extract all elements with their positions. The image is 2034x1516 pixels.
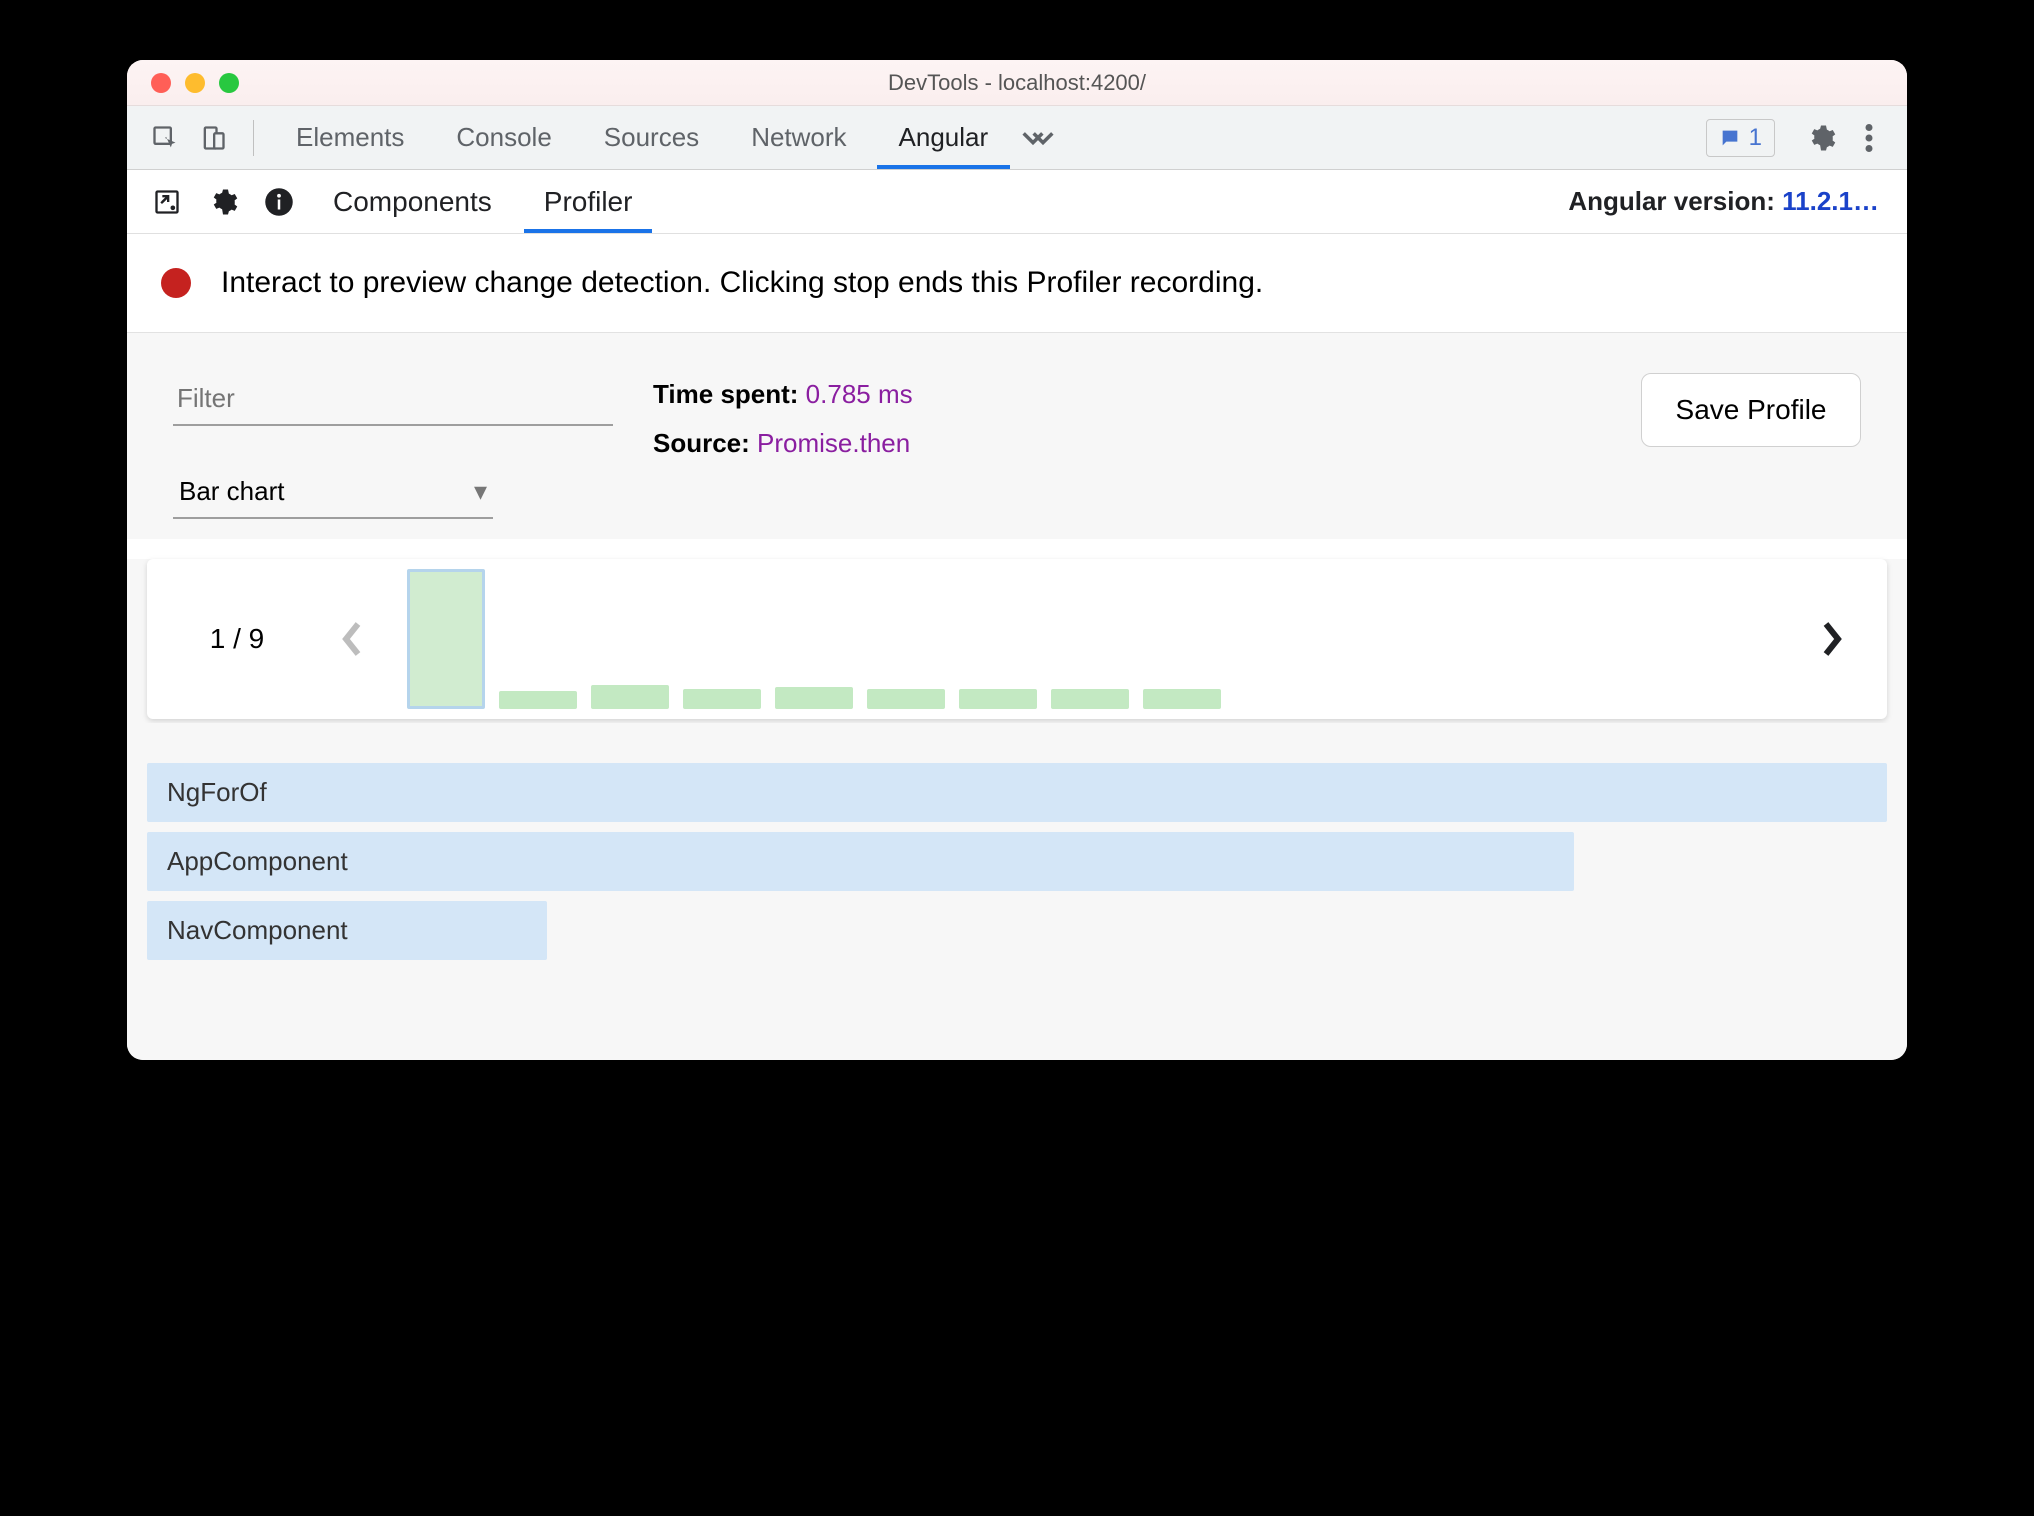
more-tabs-icon[interactable] (1018, 118, 1058, 158)
visualization-select[interactable]: Bar chart ▾ (173, 466, 493, 519)
tab-profiler[interactable]: Profiler (524, 170, 653, 233)
frame-bar[interactable] (1143, 689, 1221, 709)
tab-console[interactable]: Console (434, 106, 573, 169)
frames-strip: 1 / 9 (147, 559, 1887, 719)
visualization-value: Bar chart (179, 476, 285, 507)
frame-bar[interactable] (499, 691, 577, 709)
tab-sources[interactable]: Sources (582, 106, 721, 169)
version-value: 11.2.1… (1782, 186, 1879, 216)
component-bars: NgForOf AppComponent NavComponent (127, 723, 1907, 1060)
close-window-button[interactable] (151, 73, 171, 93)
zoom-window-button[interactable] (219, 73, 239, 93)
tab-elements[interactable]: Elements (274, 106, 426, 169)
component-bar[interactable]: NgForOf (147, 763, 1887, 822)
filter-input[interactable] (173, 373, 613, 426)
info-icon[interactable] (257, 180, 301, 224)
profiler-controls: Bar chart ▾ Time spent: 0.785 ms Source:… (127, 333, 1907, 539)
tab-angular[interactable]: Angular (877, 106, 1011, 169)
frame-bar[interactable] (407, 569, 485, 709)
angular-version: Angular version: 11.2.1… (1568, 186, 1889, 217)
chevron-down-icon: ▾ (474, 476, 487, 507)
frame-counter: 1 / 9 (177, 623, 297, 655)
version-label: Angular version: (1568, 186, 1782, 216)
divider (253, 120, 254, 156)
frame-bar[interactable] (959, 689, 1037, 709)
kebab-menu-icon[interactable] (1849, 118, 1889, 158)
titlebar: DevTools - localhost:4200/ (127, 60, 1907, 106)
devtools-window: DevTools - localhost:4200/ Elements Cons… (127, 60, 1907, 1060)
minimize-window-button[interactable] (185, 73, 205, 93)
frame-bar[interactable] (775, 687, 853, 709)
source-label: Source: (653, 428, 757, 458)
pop-out-icon[interactable] (145, 180, 189, 224)
inspect-element-icon[interactable] (145, 118, 185, 158)
device-toolbar-icon[interactable] (193, 118, 233, 158)
source-value: Promise.then (757, 428, 910, 458)
component-bar[interactable]: NavComponent (147, 901, 547, 960)
traffic-lights (127, 73, 239, 93)
frame-bar[interactable] (867, 689, 945, 709)
gear-icon[interactable] (1801, 118, 1841, 158)
time-spent-value: 0.785 ms (806, 379, 913, 409)
settings-icon[interactable] (201, 180, 245, 224)
record-stop-button[interactable] (161, 268, 191, 298)
tab-components[interactable]: Components (313, 170, 512, 233)
profiler-status-row: Interact to preview change detection. Cl… (127, 234, 1907, 333)
save-profile-button[interactable]: Save Profile (1641, 373, 1861, 447)
next-frame-button[interactable] (1807, 614, 1857, 664)
angular-subnav: Components Profiler Angular version: 11.… (127, 170, 1907, 234)
frame-bar[interactable] (683, 689, 761, 709)
window-title: DevTools - localhost:4200/ (127, 70, 1907, 96)
component-bar[interactable]: AppComponent (147, 832, 1574, 891)
frame-bar[interactable] (1051, 689, 1129, 709)
time-spent-label: Time spent: (653, 379, 806, 409)
issues-badge[interactable]: 1 (1706, 119, 1775, 157)
frame-bars (407, 559, 1777, 719)
prev-frame-button[interactable] (327, 614, 377, 664)
issues-count: 1 (1749, 124, 1762, 152)
devtools-tabstrip: Elements Console Sources Network Angular… (127, 106, 1907, 170)
frame-metadata: Time spent: 0.785 ms Source: Promise.the… (653, 373, 1601, 459)
profiler-message: Interact to preview change detection. Cl… (221, 266, 1263, 300)
frame-bar[interactable] (591, 685, 669, 709)
tab-network[interactable]: Network (729, 106, 868, 169)
